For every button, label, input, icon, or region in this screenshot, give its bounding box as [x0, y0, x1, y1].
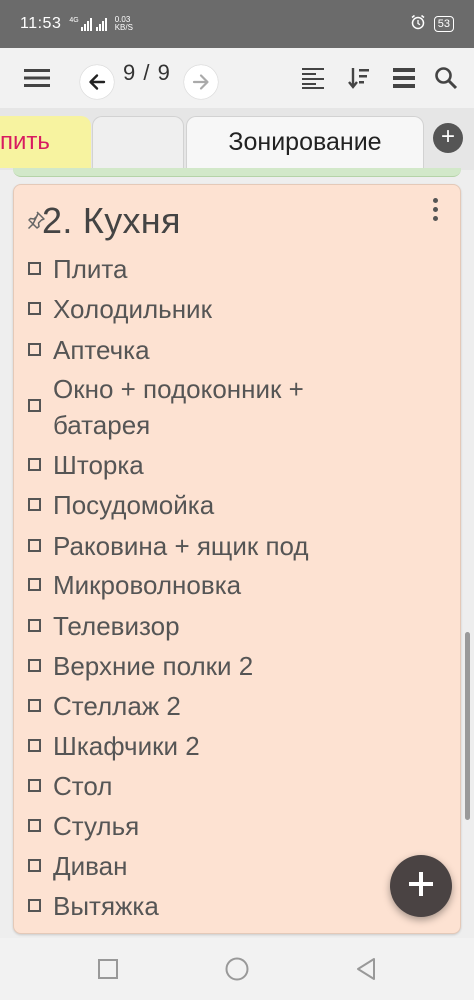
- checkbox[interactable]: [28, 739, 41, 752]
- checkbox[interactable]: [28, 498, 41, 511]
- checkbox[interactable]: [28, 539, 41, 552]
- checkbox[interactable]: [28, 619, 41, 632]
- checklist-item-text: Раковина + ящик под: [53, 531, 309, 561]
- toolbar: [0, 48, 474, 108]
- add-tab-button[interactable]: +: [433, 123, 463, 153]
- checklist-item-text: Шкафчики 2: [53, 731, 200, 761]
- signal-icon: 4G: [69, 17, 107, 31]
- checklist-item-text: Стулья: [53, 811, 140, 841]
- checkbox[interactable]: [28, 819, 41, 832]
- checklist-item[interactable]: Телевизор: [28, 608, 398, 644]
- checklist-item[interactable]: Окно + подоконник + батарея: [28, 371, 383, 443]
- checklist-item[interactable]: Шкафчики 2: [28, 728, 398, 764]
- checklist-item[interactable]: Диван: [28, 848, 398, 884]
- alarm-icon: [410, 14, 426, 34]
- checklist-item-text: Аптечка: [53, 335, 150, 365]
- back-arrow-icon[interactable]: [80, 65, 114, 99]
- checklist-item-text: Холодильник: [53, 294, 212, 324]
- checklist-item-text: Стеллаж 2: [53, 691, 181, 721]
- add-fab-button[interactable]: [390, 855, 452, 917]
- checklist-item[interactable]: Посудомойка: [28, 487, 398, 523]
- checklist-item-text: Шторка: [53, 450, 144, 480]
- previous-note-edge[interactable]: [13, 168, 461, 177]
- battery-icon: 53: [433, 16, 454, 32]
- checkbox[interactable]: [28, 779, 41, 792]
- checkbox[interactable]: [28, 899, 41, 912]
- checklist-item-text: Микроволновка: [53, 570, 242, 600]
- network-speed: 0.03 KB/S: [115, 16, 133, 32]
- checkbox[interactable]: [28, 859, 41, 872]
- pager: 9 / 9: [123, 60, 171, 85]
- tab-2[interactable]: [92, 116, 184, 168]
- checklist-item[interactable]: Шторка: [28, 447, 398, 483]
- checklist-item[interactable]: Вытяжка: [28, 888, 398, 924]
- search-icon[interactable]: [426, 58, 466, 98]
- checklist-item[interactable]: Холодильник: [28, 291, 398, 327]
- status-bar: 11:53 4G 0.03 KB/S 53: [0, 0, 474, 48]
- align-left-icon[interactable]: [294, 58, 334, 98]
- checklist-item-text: Верхние полки 2: [53, 651, 254, 681]
- checklist-item[interactable]: Верхние полки 2: [28, 648, 398, 684]
- checklist-item[interactable]: Стол: [28, 768, 398, 804]
- plus-icon: [408, 871, 434, 902]
- checkbox[interactable]: [28, 458, 41, 471]
- battery-level: 53: [437, 18, 450, 30]
- checklist-item-text: Стол: [53, 771, 113, 801]
- recents-icon[interactable]: [98, 959, 118, 984]
- sort-icon[interactable]: [339, 58, 379, 98]
- checklist-item-text: Вытяжка: [53, 891, 159, 921]
- list-view-icon[interactable]: [384, 58, 424, 98]
- checklist-item-text: Диван: [53, 851, 128, 881]
- menu-icon[interactable]: [17, 58, 57, 98]
- checklist-item[interactable]: Плита: [28, 251, 398, 287]
- checkbox[interactable]: [28, 578, 41, 591]
- checkbox[interactable]: [28, 399, 41, 412]
- checkbox[interactable]: [28, 302, 41, 315]
- scrollbar[interactable]: [465, 632, 470, 820]
- more-vert-icon[interactable]: [430, 198, 440, 226]
- home-icon[interactable]: [225, 957, 249, 986]
- system-nav-bar: [0, 938, 474, 1000]
- status-time: 11:53: [20, 15, 62, 32]
- back-nav-icon[interactable]: [355, 957, 377, 986]
- checkbox[interactable]: [28, 699, 41, 712]
- checklist-item-text: Телевизор: [53, 611, 180, 641]
- tab-bar: пить Зонирование: [0, 108, 474, 170]
- network-speed-unit: KB/S: [114, 23, 133, 32]
- checkbox[interactable]: [28, 343, 41, 356]
- checklist-item[interactable]: Раковина + ящик под: [28, 528, 398, 564]
- checkbox[interactable]: [28, 262, 41, 275]
- tab-1[interactable]: пить: [0, 116, 91, 168]
- checklist-item[interactable]: Аптечка: [28, 332, 398, 368]
- checkbox[interactable]: [28, 659, 41, 672]
- checklist-item[interactable]: Стеллаж 2: [28, 688, 398, 724]
- checklist-item[interactable]: Стулья: [28, 808, 398, 844]
- tab-zonirovanie[interactable]: Зонирование: [186, 116, 424, 168]
- forward-arrow-icon[interactable]: [184, 65, 218, 99]
- checklist-item-text: Плита: [53, 254, 128, 284]
- checklist-item-text: Окно + подоконник + батарея: [53, 374, 304, 440]
- network-type: 4G: [69, 17, 79, 24]
- note-title: 2. Кухня: [42, 200, 181, 241]
- checklist-item[interactable]: Микроволновка: [28, 567, 398, 603]
- checklist-item-text: Посудомойка: [53, 490, 215, 520]
